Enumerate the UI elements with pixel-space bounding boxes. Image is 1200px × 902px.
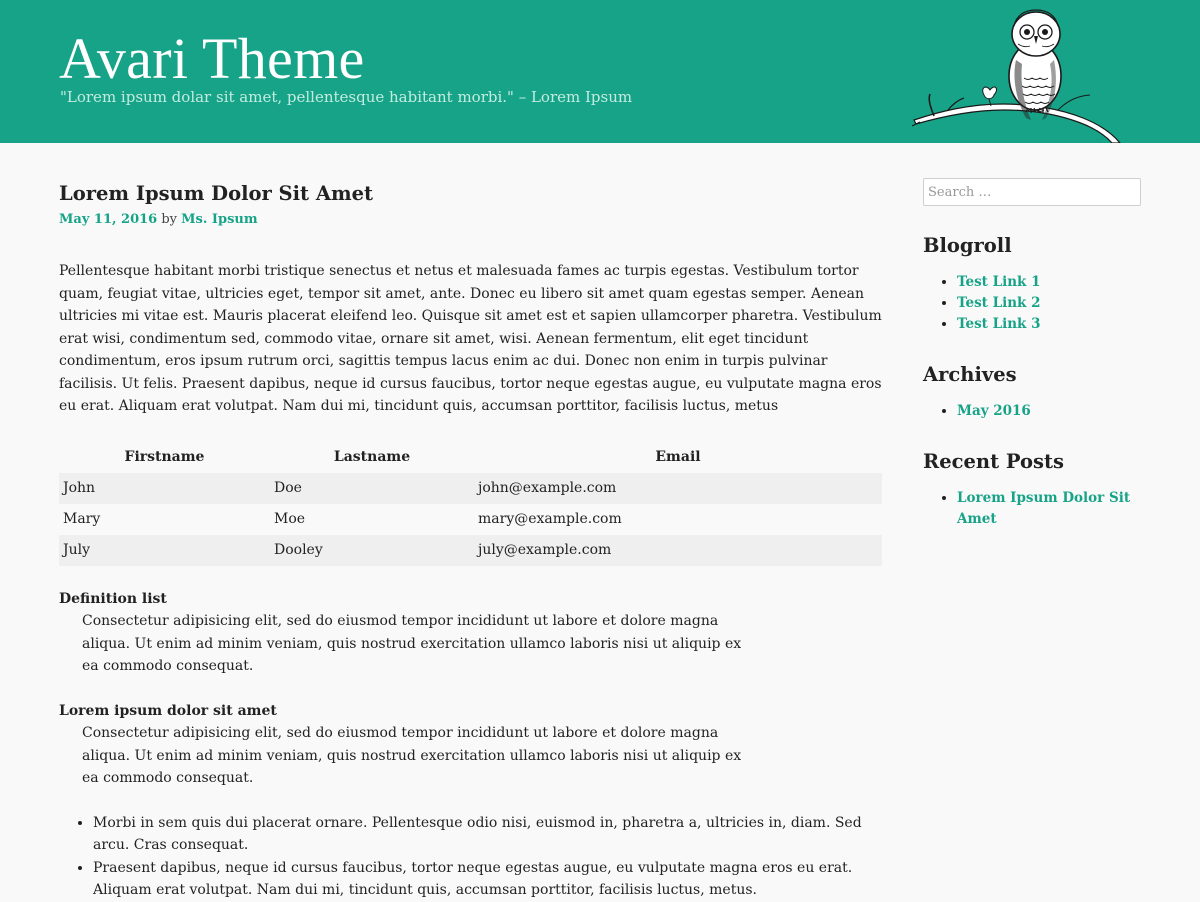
post-meta: May 11, 2016 by Ms. Ipsum: [59, 210, 882, 230]
post-title[interactable]: Lorem Ipsum Dolor Sit Amet: [59, 178, 882, 210]
widget-title-recent-posts: Recent Posts: [923, 450, 1064, 473]
definition-description: Consectetur adipisicing elit, sed do eiu…: [82, 613, 742, 674]
list-item: Praesent dapibus, neque id cursus faucib…: [93, 857, 882, 902]
site-title[interactable]: Avari Theme: [59, 26, 365, 92]
widget-blogroll: Blogroll Test Link 1 Test Link 2 Test Li…: [923, 230, 1141, 335]
list-item: Test Link 3: [957, 314, 1141, 335]
post-author-link[interactable]: Ms. Ipsum: [181, 212, 257, 227]
table-row: John Doe john@example.com: [59, 472, 882, 504]
list-item: Test Link 2: [957, 293, 1141, 314]
main-content: Lorem Ipsum Dolor Sit Amet May 11, 2016 …: [59, 178, 882, 902]
widget-archives: Archives May 2016: [923, 359, 1141, 422]
blogroll-list: Test Link 1 Test Link 2 Test Link 3: [923, 272, 1141, 335]
widget-title-blogroll: Blogroll: [923, 234, 1012, 257]
site-header: Avari Theme "Lorem ipsum dolar sit amet,…: [0, 0, 1200, 143]
table-header-firstname: Firstname: [124, 449, 205, 466]
blogroll-link[interactable]: Test Link 2: [957, 295, 1041, 311]
contacts-table: Firstname Lastname Email John Doe john@e…: [59, 443, 882, 566]
post-paragraph: Pellentesque habitant morbi tristique se…: [59, 263, 882, 414]
definition-term: Lorem ipsum dolor sit amet: [59, 702, 277, 719]
recent-posts-list: Lorem Ipsum Dolor Sit Amet: [923, 488, 1141, 530]
list-item: Test Link 1: [957, 272, 1141, 293]
table-row: Mary Moe mary@example.com: [59, 503, 882, 535]
widget-recent-posts: Recent Posts Lorem Ipsum Dolor Sit Amet: [923, 446, 1141, 530]
table-cell-email: john@example.com: [474, 472, 882, 504]
blogroll-link[interactable]: Test Link 1: [957, 274, 1041, 290]
list-item: Lorem Ipsum Dolor Sit Amet: [957, 488, 1141, 530]
sidebar: Blogroll Test Link 1 Test Link 2 Test Li…: [923, 178, 1141, 530]
search-input[interactable]: [923, 178, 1141, 206]
table-cell-lastname: Doe: [270, 472, 474, 504]
content-bullet-list: Morbi in sem quis dui placerat ornare. P…: [59, 812, 882, 902]
blogroll-link[interactable]: Test Link 3: [957, 316, 1041, 332]
post-article: Lorem Ipsum Dolor Sit Amet May 11, 2016 …: [59, 178, 882, 902]
table-cell-firstname: John: [59, 472, 270, 504]
post-content: Pellentesque habitant morbi tristique se…: [59, 260, 882, 902]
widget-title-archives: Archives: [923, 363, 1017, 386]
table-header-lastname: Lastname: [333, 449, 411, 466]
table-cell-firstname: July: [59, 534, 270, 566]
table-cell-lastname: Moe: [270, 503, 474, 535]
table-header-row: Firstname Lastname Email: [59, 443, 882, 473]
definition-list: Definition list Consectetur adipisicing …: [59, 588, 882, 790]
list-item: May 2016: [957, 401, 1141, 422]
post-by-label: by: [161, 212, 178, 227]
list-item: Morbi in sem quis dui placerat ornare. P…: [93, 812, 882, 857]
site-description: "Lorem ipsum dolar sit amet, pellentesqu…: [60, 88, 633, 106]
post-date-link[interactable]: May 11, 2016: [59, 212, 157, 227]
table-row: July Dooley july@example.com: [59, 534, 882, 566]
owl-illustration: [911, 9, 1121, 143]
table-cell-lastname: Dooley: [270, 534, 474, 566]
table-cell-firstname: Mary: [59, 503, 270, 535]
search-form: [923, 178, 1141, 206]
definition-description: Consectetur adipisicing elit, sed do eiu…: [82, 725, 742, 786]
table-cell-email: july@example.com: [474, 534, 882, 566]
table-header-email: Email: [655, 449, 701, 466]
definition-term: Definition list: [59, 590, 167, 607]
archive-link[interactable]: May 2016: [957, 403, 1031, 419]
table-cell-email: mary@example.com: [474, 503, 882, 535]
archives-list: May 2016: [923, 401, 1141, 422]
recent-post-link[interactable]: Lorem Ipsum Dolor Sit Amet: [957, 490, 1130, 527]
